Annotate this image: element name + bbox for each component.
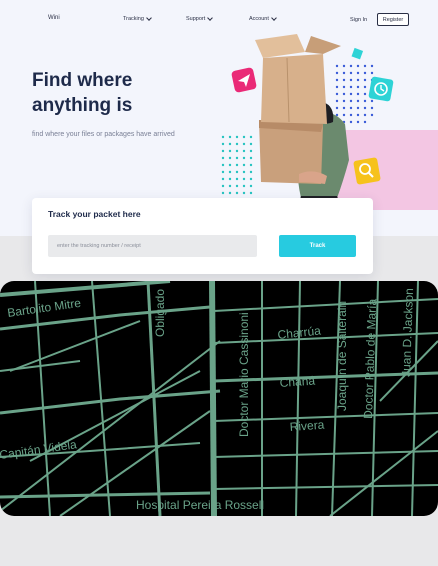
street-label: Doctor Mario Cassinoni bbox=[237, 312, 251, 437]
street-label: Capitán Videla bbox=[0, 437, 78, 462]
street-label: Bartolito Mitre bbox=[6, 296, 82, 320]
chevron-down-icon bbox=[207, 15, 214, 21]
street-label: Rivera bbox=[289, 418, 325, 434]
track-card: Track your packet here Track bbox=[32, 198, 373, 274]
hero-headline: Find where anything is bbox=[32, 70, 133, 116]
diamond-shape bbox=[351, 47, 364, 60]
chevron-down-icon bbox=[146, 15, 152, 21]
track-button[interactable]: Track bbox=[279, 235, 356, 257]
map-canvas: Bartolito Mitre Obligado Doctor Mario Ca… bbox=[0, 281, 438, 516]
chevron-down-icon bbox=[271, 15, 277, 21]
hero-subline: find where your files or packages have a… bbox=[32, 131, 175, 138]
nav-account-label: Account bbox=[249, 16, 269, 22]
sign-in-link[interactable]: Sign In bbox=[350, 17, 367, 23]
street-label: Doctor Pablo de María bbox=[361, 298, 379, 419]
dot-pattern-blue bbox=[335, 64, 374, 124]
register-button[interactable]: Register bbox=[377, 13, 409, 26]
clock-icon bbox=[368, 76, 394, 102]
street-label: Chaná bbox=[279, 374, 316, 390]
delivery-illustration bbox=[221, 34, 438, 212]
street-label: Juan D. Jackson bbox=[399, 288, 416, 377]
logo[interactable]: Wini bbox=[48, 15, 60, 21]
nav-tracking[interactable]: Tracking bbox=[123, 15, 152, 22]
map-view[interactable]: Bartolito Mitre Obligado Doctor Mario Ca… bbox=[0, 281, 438, 516]
magnifier-icon bbox=[353, 157, 381, 185]
tracking-number-input[interactable] bbox=[48, 235, 257, 257]
nav-support[interactable]: Support bbox=[186, 15, 214, 22]
street-label: Joaquín de Salterain bbox=[335, 301, 349, 411]
nav-support-label: Support bbox=[186, 16, 206, 22]
dot-pattern-teal bbox=[221, 135, 253, 195]
street-label: Hospital Pereira Rossell bbox=[136, 498, 264, 512]
nav-account[interactable]: Account bbox=[249, 15, 277, 22]
send-icon bbox=[231, 67, 257, 93]
nav-tracking-label: Tracking bbox=[123, 16, 144, 22]
street-label: Obligado bbox=[153, 289, 167, 337]
track-card-title: Track your packet here bbox=[48, 209, 141, 219]
